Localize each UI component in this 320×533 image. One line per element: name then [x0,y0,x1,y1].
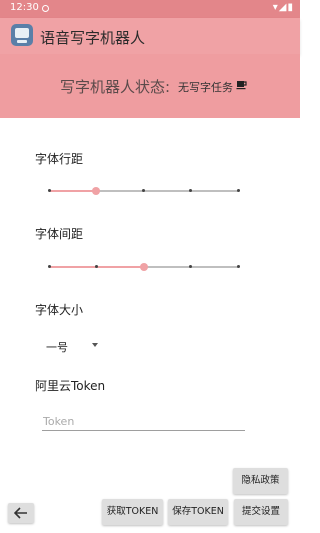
line-spacing-slider[interactable] [47,184,240,198]
letter-spacing-slider[interactable] [47,260,240,274]
status-time: 12:30 [10,2,39,13]
slider-tick [189,265,193,268]
robot-status-value: 无写字任务 [178,81,233,94]
system-status-bar: 12:30 ▾◢▮ [0,0,300,18]
aliyun-token-label: 阿里云Token [35,379,106,393]
save-token-button[interactable]: 保存TOKEN [168,499,228,525]
slider-tick [142,189,145,192]
slider-tick [94,265,98,268]
coffee-cup-icon [236,81,247,90]
arrow-left-icon [14,507,27,519]
back-button[interactable] [8,503,34,523]
app-bar: 语音写字机器人 [0,18,300,54]
line-spacing-label: 字体行距 [35,152,84,166]
get-token-button[interactable]: 获取TOKEN [102,499,163,525]
font-size-dropdown[interactable]: 一号 [46,338,106,354]
slider-tick [236,265,240,268]
slider-tick [47,265,51,268]
slider-tick [236,189,240,192]
robot-status-label: 写字机器人状态: [60,78,171,96]
privacy-policy-button[interactable]: 隐私政策 [233,468,288,494]
dropdown-arrow-icon [92,343,98,347]
letter-spacing-label: 字体间距 [35,227,84,241]
submit-settings-button[interactable]: 提交设置 [234,499,288,525]
system-icons: ▾◢▮ [272,2,294,13]
robot-status-panel: 写字机器人状态: 无写字任务 [0,54,300,118]
robot-app-icon [11,24,33,46]
slider-tick [47,189,51,192]
slider-thumb[interactable] [139,263,148,271]
font-size-selected: 一号 [46,341,68,354]
slider-tick [189,189,193,192]
token-input[interactable] [42,412,245,431]
slider-thumb[interactable] [92,187,101,195]
notification-icon [42,5,49,12]
font-size-label: 字体大小 [35,303,84,317]
app-title: 语音写字机器人 [40,29,146,47]
